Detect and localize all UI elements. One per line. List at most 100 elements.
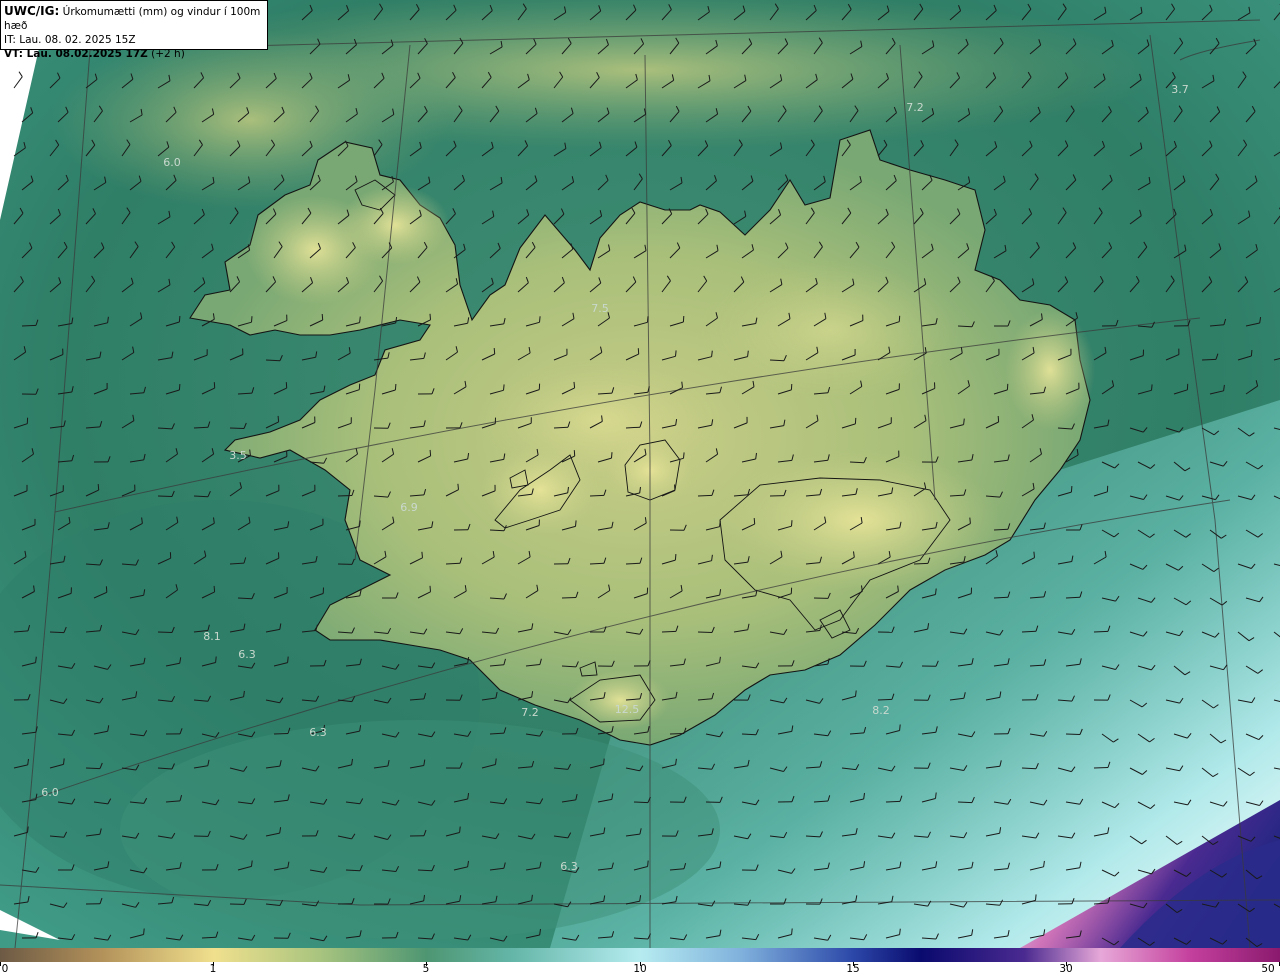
- wind-barb-flag: [1250, 349, 1253, 357]
- wind-barb-staff: [1065, 733, 1081, 735]
- wind-barb-flag: [249, 449, 251, 456]
- wind-barb-staff: [877, 698, 893, 701]
- wind-barb-staff: [589, 562, 605, 565]
- valid-time: VT: Lau. 08.02.2025 17Z (+2 h): [4, 47, 264, 61]
- wind-barb-staff: [345, 869, 361, 872]
- wind-barb-flag: [493, 348, 496, 355]
- wind-barb-staff: [265, 359, 281, 362]
- wind-barb-staff: [157, 631, 173, 633]
- value-label: 7.5: [591, 302, 609, 315]
- wind-barb-flag: [63, 758, 65, 765]
- wind-barb-staff: [957, 801, 973, 804]
- wind-barb-staff: [669, 733, 685, 735]
- map-area[interactable]: 6.0 7.2 3.7 7.5 3.5 6.9 8.1 6.3 7.2 12.5…: [0, 0, 1280, 948]
- wind-barb-flag: [539, 316, 541, 323]
- value-label: 6.3: [238, 648, 256, 661]
- wind-barb-flag: [429, 585, 431, 592]
- wind-barb-flag: [215, 656, 217, 663]
- map-info-box: UWC/IG: Úrkomumætti (mm) og vindur í 100…: [0, 0, 268, 60]
- wind-barb-staff: [1201, 358, 1217, 361]
- wind-barb-staff: [849, 461, 865, 464]
- wind-barb-flag: [573, 381, 576, 388]
- wind-barb-staff: [885, 800, 901, 803]
- wind-barb-flag: [963, 418, 965, 425]
- wind-barb-flag: [143, 928, 145, 935]
- valid-time-offset: (+2 h): [151, 48, 185, 60]
- colorbar-label: 15: [846, 963, 860, 975]
- wind-barb-flag: [611, 452, 613, 459]
- wind-barb-flag: [277, 415, 280, 422]
- wind-barb-flag: [429, 313, 431, 320]
- wind-barb-flag: [575, 520, 577, 527]
- wind-barb-staff: [237, 597, 253, 600]
- value-label: 12.5: [615, 703, 640, 716]
- wind-barb-flag: [647, 316, 649, 323]
- wind-barb-staff: [445, 562, 461, 565]
- value-label: 7.2: [906, 101, 924, 114]
- precipitation-map: 6.0 7.2 3.7 7.5 3.5 6.9 8.1 6.3 7.2 12.5…: [0, 0, 1280, 948]
- wind-barb-staff: [625, 562, 641, 565]
- precipitation-colorbar: [0, 948, 1280, 962]
- value-label: 6.0: [163, 156, 181, 169]
- wind-barb-staff: [1093, 767, 1109, 769]
- wind-barb-flag: [35, 656, 37, 663]
- wind-barb-flag: [178, 315, 181, 323]
- wind-barb-flag: [675, 350, 677, 357]
- wind-barb-flag: [935, 792, 937, 799]
- value-label: 7.2: [521, 706, 539, 719]
- wind-barb-flag: [855, 690, 857, 697]
- wind-barb-staff: [697, 494, 713, 497]
- wind-barb-flag: [791, 928, 793, 935]
- value-label: 6.3: [560, 860, 578, 873]
- wind-barb-flag: [287, 656, 289, 663]
- wind-barb-flag: [495, 758, 497, 765]
- wind-barb-flag: [27, 826, 29, 833]
- wind-barb-flag: [719, 520, 721, 527]
- wind-barb-flag: [969, 517, 971, 524]
- wind-barb-staff: [49, 631, 65, 634]
- wind-barb-flag: [681, 381, 683, 388]
- colorbar-label: 50: [1261, 963, 1275, 975]
- wind-barb-flag: [178, 384, 181, 391]
- wind-barb-flag: [359, 316, 361, 323]
- wind-barb-staff: [229, 427, 245, 429]
- value-label: 8.1: [203, 630, 221, 643]
- colorbar-label: 0: [1, 963, 9, 975]
- wind-barb-flag: [503, 384, 505, 391]
- wind-barb-flag: [459, 826, 461, 833]
- wind-barb-staff: [589, 494, 605, 497]
- value-label: 6.0: [41, 786, 59, 799]
- wind-barb-staff: [85, 767, 101, 770]
- value-label: 6.9: [400, 501, 418, 514]
- wind-barb-flag: [791, 520, 793, 527]
- wind-barb-flag: [251, 860, 253, 867]
- wind-barb-flag: [97, 484, 100, 491]
- wind-barb-flag: [647, 860, 649, 867]
- wind-barb-flag: [899, 724, 901, 731]
- wind-barb-flag: [747, 350, 749, 357]
- valid-time-date: VT: Lau. 08.02.2025 17Z: [4, 48, 148, 60]
- wind-barb-flag: [897, 585, 899, 592]
- wind-barb-staff: [157, 495, 173, 497]
- value-label: 3.7: [1171, 83, 1189, 96]
- wind-barb-flag: [1151, 384, 1153, 391]
- wind-barb-flag: [601, 415, 603, 422]
- wind-barb-flag: [1033, 551, 1035, 558]
- wind-barb-staff: [633, 801, 649, 804]
- wind-barb-flag: [429, 449, 432, 456]
- colorbar-label: 5: [422, 963, 430, 975]
- wind-barb-staff: [1021, 630, 1037, 633]
- wind-barb-flag: [935, 588, 937, 595]
- wind-barb-staff: [1093, 630, 1109, 633]
- wind-barb-flag: [251, 316, 253, 323]
- wind-barb-flag: [213, 585, 216, 592]
- value-label: 6.3: [309, 726, 327, 739]
- wind-barb-staff: [193, 495, 209, 498]
- wind-barb-flag: [753, 518, 756, 525]
- wind-barb-flag: [1070, 486, 1073, 493]
- wind-barb-staff: [417, 869, 433, 872]
- model-name: UWC/IG:: [4, 4, 60, 18]
- wind-barb-staff: [697, 631, 713, 633]
- colorbar-label: 30: [1059, 963, 1073, 975]
- value-label: 8.2: [872, 704, 890, 717]
